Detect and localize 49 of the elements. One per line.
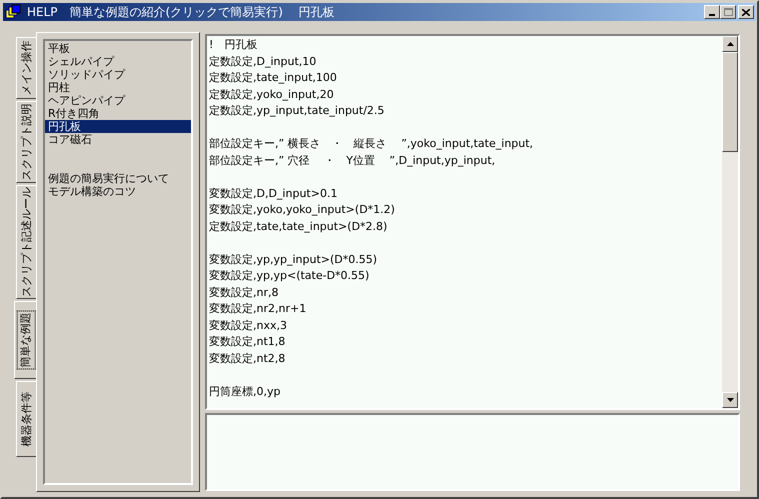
script-line: 定数設定,yoko_input,20 — [209, 86, 335, 103]
maximize-button[interactable] — [720, 5, 736, 19]
window-title: HELP 簡単な例題の紹介(クリックで簡易実行) 円孔板 — [27, 4, 335, 21]
list-item[interactable]: モデル構築のコツ — [45, 185, 191, 198]
script-line: 部位設定キー,” 横長さ ・ 縦長さ ”,yoko_input,tate_input, — [209, 136, 534, 152]
script-line: 変数設定,yp,yp_input>(D*0.55) — [209, 252, 378, 268]
list-item[interactable]: シェルパイプ — [45, 55, 191, 68]
close-icon — [742, 8, 750, 16]
maximize-icon — [724, 8, 732, 16]
minimize-icon — [709, 14, 715, 16]
script-line: 変数設定,nxx,3 — [209, 318, 288, 334]
scroll-down-button[interactable] — [722, 392, 738, 408]
script-line: 変数設定,nr,8 — [209, 284, 280, 300]
close-button[interactable] — [738, 5, 754, 19]
script-line: ! 円孔板 — [209, 37, 258, 53]
down-arrow-icon — [726, 398, 734, 402]
script-line: 定数設定,tate,tate_input>(D*2.8) — [209, 218, 388, 235]
list-item[interactable]: 円柱 — [45, 81, 191, 94]
script-line: 円筒座標,0,yp — [209, 384, 282, 400]
script-line: 定数設定,D_input,10 — [209, 54, 318, 70]
side-tab[interactable]: メイン操作 — [16, 37, 36, 99]
list-item[interactable]: ヘアピンパイプ — [45, 94, 191, 107]
output-text-area[interactable] — [205, 413, 740, 491]
script-line: 変数設定,yoko,yoko_input>(D*1.2) — [209, 202, 396, 218]
script-line: 変数設定,nr2,nr+1 — [209, 301, 308, 317]
side-tab[interactable]: スクリプト記述ルール — [16, 185, 36, 299]
side-tab[interactable]: 機器条件等 — [16, 381, 36, 457]
script-line: 部位設定キー,” 穴径 ・ Y位置 ”,D_input,yp_input, — [209, 152, 496, 169]
script-line: 変数設定,nt2,8 — [209, 350, 286, 366]
list-item[interactable]: R付き四角 — [45, 107, 191, 120]
minimize-button[interactable] — [704, 5, 720, 19]
app-icon — [5, 4, 21, 20]
script-text-area[interactable] — [205, 34, 740, 410]
script-line: 変数設定,D,D_input>0.1 — [209, 186, 338, 202]
scroll-up-button[interactable] — [722, 36, 738, 52]
side-tab[interactable]: スクリプト説明 — [16, 101, 36, 183]
list-item[interactable]: 平板 — [45, 42, 191, 55]
script-line: 変数設定,yp,yp<(tate-D*0.55) — [209, 268, 370, 284]
script-line: 変数設定,nt1,8 — [209, 334, 286, 350]
list-item[interactable]: 円孔板 — [45, 120, 191, 133]
up-arrow-icon — [726, 42, 734, 46]
scroll-thumb[interactable] — [722, 52, 738, 152]
list-item[interactable]: 例題の簡易実行について — [45, 172, 191, 185]
script-line: 定数設定,yp_input,tate_input/2.5 — [209, 103, 386, 119]
list-item[interactable]: ソリッドパイプ — [45, 68, 191, 81]
vertical-scrollbar[interactable] — [722, 36, 738, 408]
list-item[interactable]: コア磁石 — [45, 133, 191, 146]
script-line: 定数設定,tate_input,100 — [209, 70, 338, 86]
side-tab[interactable]: 簡単な例題 — [14, 301, 36, 379]
